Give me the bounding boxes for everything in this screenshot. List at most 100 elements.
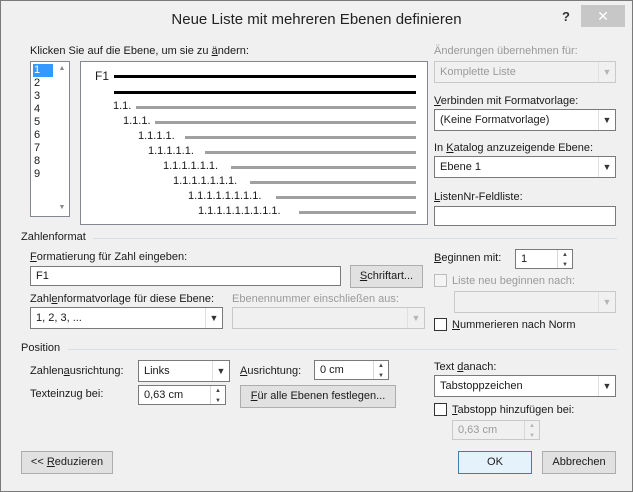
number-style-select[interactable]: 1, 2, 3, ... ▼	[30, 307, 223, 329]
spin-down-icon[interactable]: ▼	[210, 396, 225, 404]
reduce-button[interactable]: << Reduzieren	[21, 451, 113, 474]
include-level-label: Ebenennummer einschließen aus:	[232, 293, 399, 305]
chevron-down-icon: ▼	[598, 292, 615, 312]
preview-line	[114, 91, 416, 94]
follow-number-value: Tabstoppzeichen	[440, 380, 523, 392]
chevron-down-icon: ▼	[598, 376, 615, 396]
preview-level-9: 1.1.1.1.1.1.1.1.1.	[198, 205, 281, 217]
spin-up-icon[interactable]: ▲	[557, 250, 572, 260]
preview-line	[155, 121, 416, 124]
listnum-field[interactable]	[434, 206, 616, 226]
help-button[interactable]: ?	[553, 7, 579, 27]
level-item-6[interactable]: 6	[33, 129, 53, 142]
follow-number-select[interactable]: Tabstoppzeichen ▼	[434, 375, 616, 397]
scroll-down-icon[interactable]: ▼	[57, 204, 67, 211]
legal-numbering-label: Nummerieren nach Norm	[452, 319, 576, 331]
number-format-input[interactable]: F1	[30, 266, 341, 286]
preview-level-6: 1.1.1.1.1.1.	[163, 160, 219, 172]
preview-level-2: 1.1.	[113, 100, 132, 112]
number-alignment-select[interactable]: Links ▼	[138, 360, 230, 382]
level-list-label: Klicken Sie auf die Ebene, um sie zu änd…	[30, 45, 249, 57]
group-divider	[93, 238, 617, 239]
aligned-at-stepper[interactable]: 0 cm ▲ ▼	[314, 360, 389, 380]
preview-line	[205, 151, 416, 154]
format-label: Formatierung für Zahl eingeben:	[30, 251, 188, 263]
tabstop-value: 0,63 cm	[458, 424, 498, 436]
text-indent-label: Texteinzug bei:	[30, 388, 104, 400]
listnum-label: ListenNr-Feldliste:	[434, 191, 523, 203]
chevron-down-icon: ▼	[598, 110, 615, 130]
level-item-4[interactable]: 4	[33, 103, 53, 116]
preview-level-5: 1.1.1.1.1.	[148, 145, 194, 157]
chevron-down-icon: ▼	[598, 157, 615, 177]
restart-list-checkbox[interactable]	[434, 274, 447, 287]
title-bar: Neue Liste mit mehreren Ebenen definiere…	[1, 1, 632, 37]
preview-line	[299, 211, 416, 214]
start-at-label: Beginnen mit:	[434, 252, 502, 264]
set-for-all-levels-button[interactable]: Für alle Ebenen festlegen...	[240, 385, 396, 408]
add-tabstop-label: Tabstopp hinzufügen bei:	[452, 404, 575, 416]
link-style-value: (Keine Formatvorlage)	[440, 114, 550, 126]
preview-level-4: 1.1.1.1.	[138, 130, 175, 142]
chevron-down-icon: ▼	[407, 308, 424, 328]
apply-to-value: Komplette Liste	[440, 66, 516, 78]
chevron-down-icon: ▼	[598, 62, 615, 82]
level-item-9[interactable]: 9	[33, 168, 53, 181]
number-style-value: 1, 2, 3, ...	[36, 312, 82, 324]
text-indent-stepper[interactable]: 0,63 cm ▲ ▼	[138, 385, 226, 405]
legal-numbering-checkbox[interactable]	[434, 318, 447, 331]
gallery-level-label: In Katalog anzuzeigende Ebene:	[434, 142, 594, 154]
level-item-3[interactable]: 3	[33, 90, 53, 103]
spin-up-icon[interactable]: ▲	[373, 361, 388, 371]
level-item-8[interactable]: 8	[33, 155, 53, 168]
add-tabstop-checkbox[interactable]	[434, 403, 447, 416]
restart-after-select[interactable]: ▼	[454, 291, 616, 313]
preview-level-8: 1.1.1.1.1.1.1.1.	[188, 190, 262, 202]
aligned-at-label: Ausrichtung:	[240, 365, 302, 377]
preview-line	[136, 106, 416, 109]
spin-down-icon[interactable]: ▼	[524, 431, 539, 439]
preview-line	[231, 166, 416, 169]
aligned-at-value: 0 cm	[320, 364, 344, 376]
close-button[interactable]: ✕	[581, 5, 625, 27]
level-item-1[interactable]: 1	[33, 64, 53, 77]
preview-line	[185, 136, 416, 139]
number-alignment-value: Links	[144, 365, 170, 377]
spin-up-icon[interactable]: ▲	[210, 386, 225, 396]
preview-line	[114, 75, 416, 78]
tabstop-stepper[interactable]: 0,63 cm ▲ ▼	[452, 420, 540, 440]
start-at-stepper[interactable]: 1 ▲ ▼	[515, 249, 573, 269]
spin-down-icon[interactable]: ▼	[557, 260, 572, 268]
level-item-2[interactable]: 2	[33, 77, 53, 90]
ok-button[interactable]: OK	[458, 451, 532, 474]
level-list[interactable]: 1 2 3 4 5 6 7 8 9 ▲ ▼	[30, 61, 70, 217]
link-style-select[interactable]: (Keine Formatvorlage) ▼	[434, 109, 616, 131]
number-alignment-label: Zahlenausrichtung:	[30, 365, 124, 377]
link-style-label: Verbinden mit Formatvorlage:	[434, 95, 579, 107]
apply-to-select[interactable]: Komplette Liste ▼	[434, 61, 616, 83]
cancel-button[interactable]: Abbrechen	[542, 451, 616, 474]
start-at-value: 1	[521, 253, 528, 265]
level-item-5[interactable]: 5	[33, 116, 53, 129]
follow-number-label: Text danach:	[434, 361, 497, 373]
spin-down-icon[interactable]: ▼	[373, 371, 388, 379]
preview-line	[276, 196, 416, 199]
preview-line	[250, 181, 416, 184]
number-style-label: Zahlenformatvorlage für diese Ebene:	[30, 293, 215, 305]
preview-level-3: 1.1.1.	[123, 115, 151, 127]
scroll-up-icon[interactable]: ▲	[57, 65, 67, 72]
gallery-level-value: Ebene 1	[440, 161, 481, 173]
include-level-select[interactable]: ▼	[232, 307, 425, 329]
level-item-7[interactable]: 7	[33, 142, 53, 155]
position-group-title: Position	[21, 342, 61, 354]
restart-list-label: Liste neu beginnen nach:	[452, 275, 575, 287]
list-preview: F1 1.1. 1.1.1. 1.1.1.1. 1.1.1.1.1. 1.1.1…	[80, 61, 428, 225]
chevron-down-icon: ▼	[212, 361, 229, 381]
group-divider	[68, 349, 617, 350]
font-button[interactable]: Schriftart...	[350, 265, 423, 288]
gallery-level-select[interactable]: Ebene 1 ▼	[434, 156, 616, 178]
text-indent-value: 0,63 cm	[144, 389, 184, 401]
spin-up-icon[interactable]: ▲	[524, 421, 539, 431]
chevron-down-icon: ▼	[205, 308, 222, 328]
preview-level-7: 1.1.1.1.1.1.1.	[173, 175, 238, 187]
